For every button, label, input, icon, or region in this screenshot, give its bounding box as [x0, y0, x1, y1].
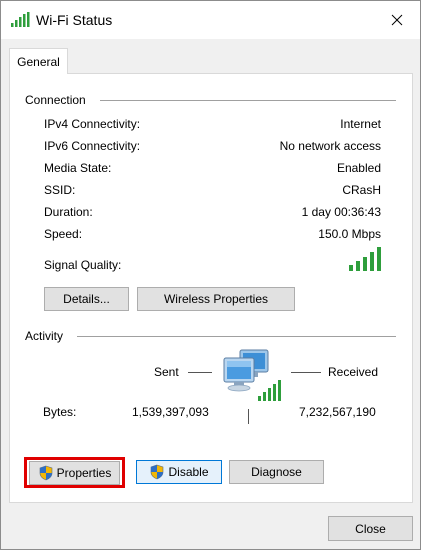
sent-line — [188, 372, 212, 373]
uac-shield-icon — [151, 464, 164, 480]
bytes-label: Bytes: — [43, 405, 77, 419]
media-state-label: Media State: — [44, 161, 112, 175]
connection-heading: Connection — [25, 93, 92, 107]
properties-button[interactable]: Properties — [29, 461, 120, 485]
disable-label: Disable — [168, 465, 209, 479]
properties-label: Properties — [56, 466, 112, 480]
tab-general[interactable]: General — [9, 48, 68, 74]
bytes-sent-value: 1,539,397,093 — [132, 405, 209, 419]
uac-shield-icon — [39, 465, 52, 481]
close-icon[interactable] — [374, 1, 420, 39]
details-button[interactable]: Details... — [44, 287, 129, 311]
title-bar[interactable]: Wi-Fi Status — [1, 1, 420, 39]
close-button[interactable]: Close — [328, 516, 413, 541]
bytes-received-value: 7,232,567,190 — [299, 405, 376, 419]
signal-quality-icon — [349, 247, 381, 271]
disable-button[interactable]: Disable — [136, 460, 222, 484]
received-line — [291, 372, 321, 373]
general-panel: Connection IPv4 Connectivity: Internet I… — [9, 73, 413, 503]
activity-separator — [248, 409, 249, 424]
ipv6-value: No network access — [279, 139, 381, 153]
window-title: Wi-Fi Status — [36, 12, 113, 28]
duration-label: Duration: — [44, 205, 93, 219]
media-state-value: Enabled — [336, 161, 381, 175]
activity-divider — [77, 336, 396, 337]
signal-quality-label: Signal Quality: — [44, 258, 122, 272]
ipv4-value: Internet — [340, 117, 381, 131]
ipv4-label: IPv4 Connectivity: — [44, 117, 141, 131]
activity-heading: Activity — [25, 329, 70, 343]
network-computers-icon — [223, 349, 281, 401]
diagnose-button[interactable]: Diagnose — [229, 460, 324, 484]
speed-value: 150.0 Mbps — [318, 227, 381, 241]
ssid-label: SSID: — [44, 183, 76, 197]
wireless-properties-button[interactable]: Wireless Properties — [137, 287, 295, 311]
duration-value: 1 day 00:36:43 — [301, 205, 381, 219]
wifi-status-dialog: Wi-Fi Status General Connection IPv4 Con… — [0, 0, 421, 550]
ipv6-label: IPv6 Connectivity: — [44, 139, 141, 153]
received-label: Received — [328, 365, 379, 379]
speed-label: Speed: — [44, 227, 83, 241]
signal-strength-icon — [11, 12, 30, 27]
sent-label: Sent — [154, 365, 179, 379]
ssid-value: CRasH — [342, 183, 381, 197]
connection-divider — [100, 100, 396, 101]
